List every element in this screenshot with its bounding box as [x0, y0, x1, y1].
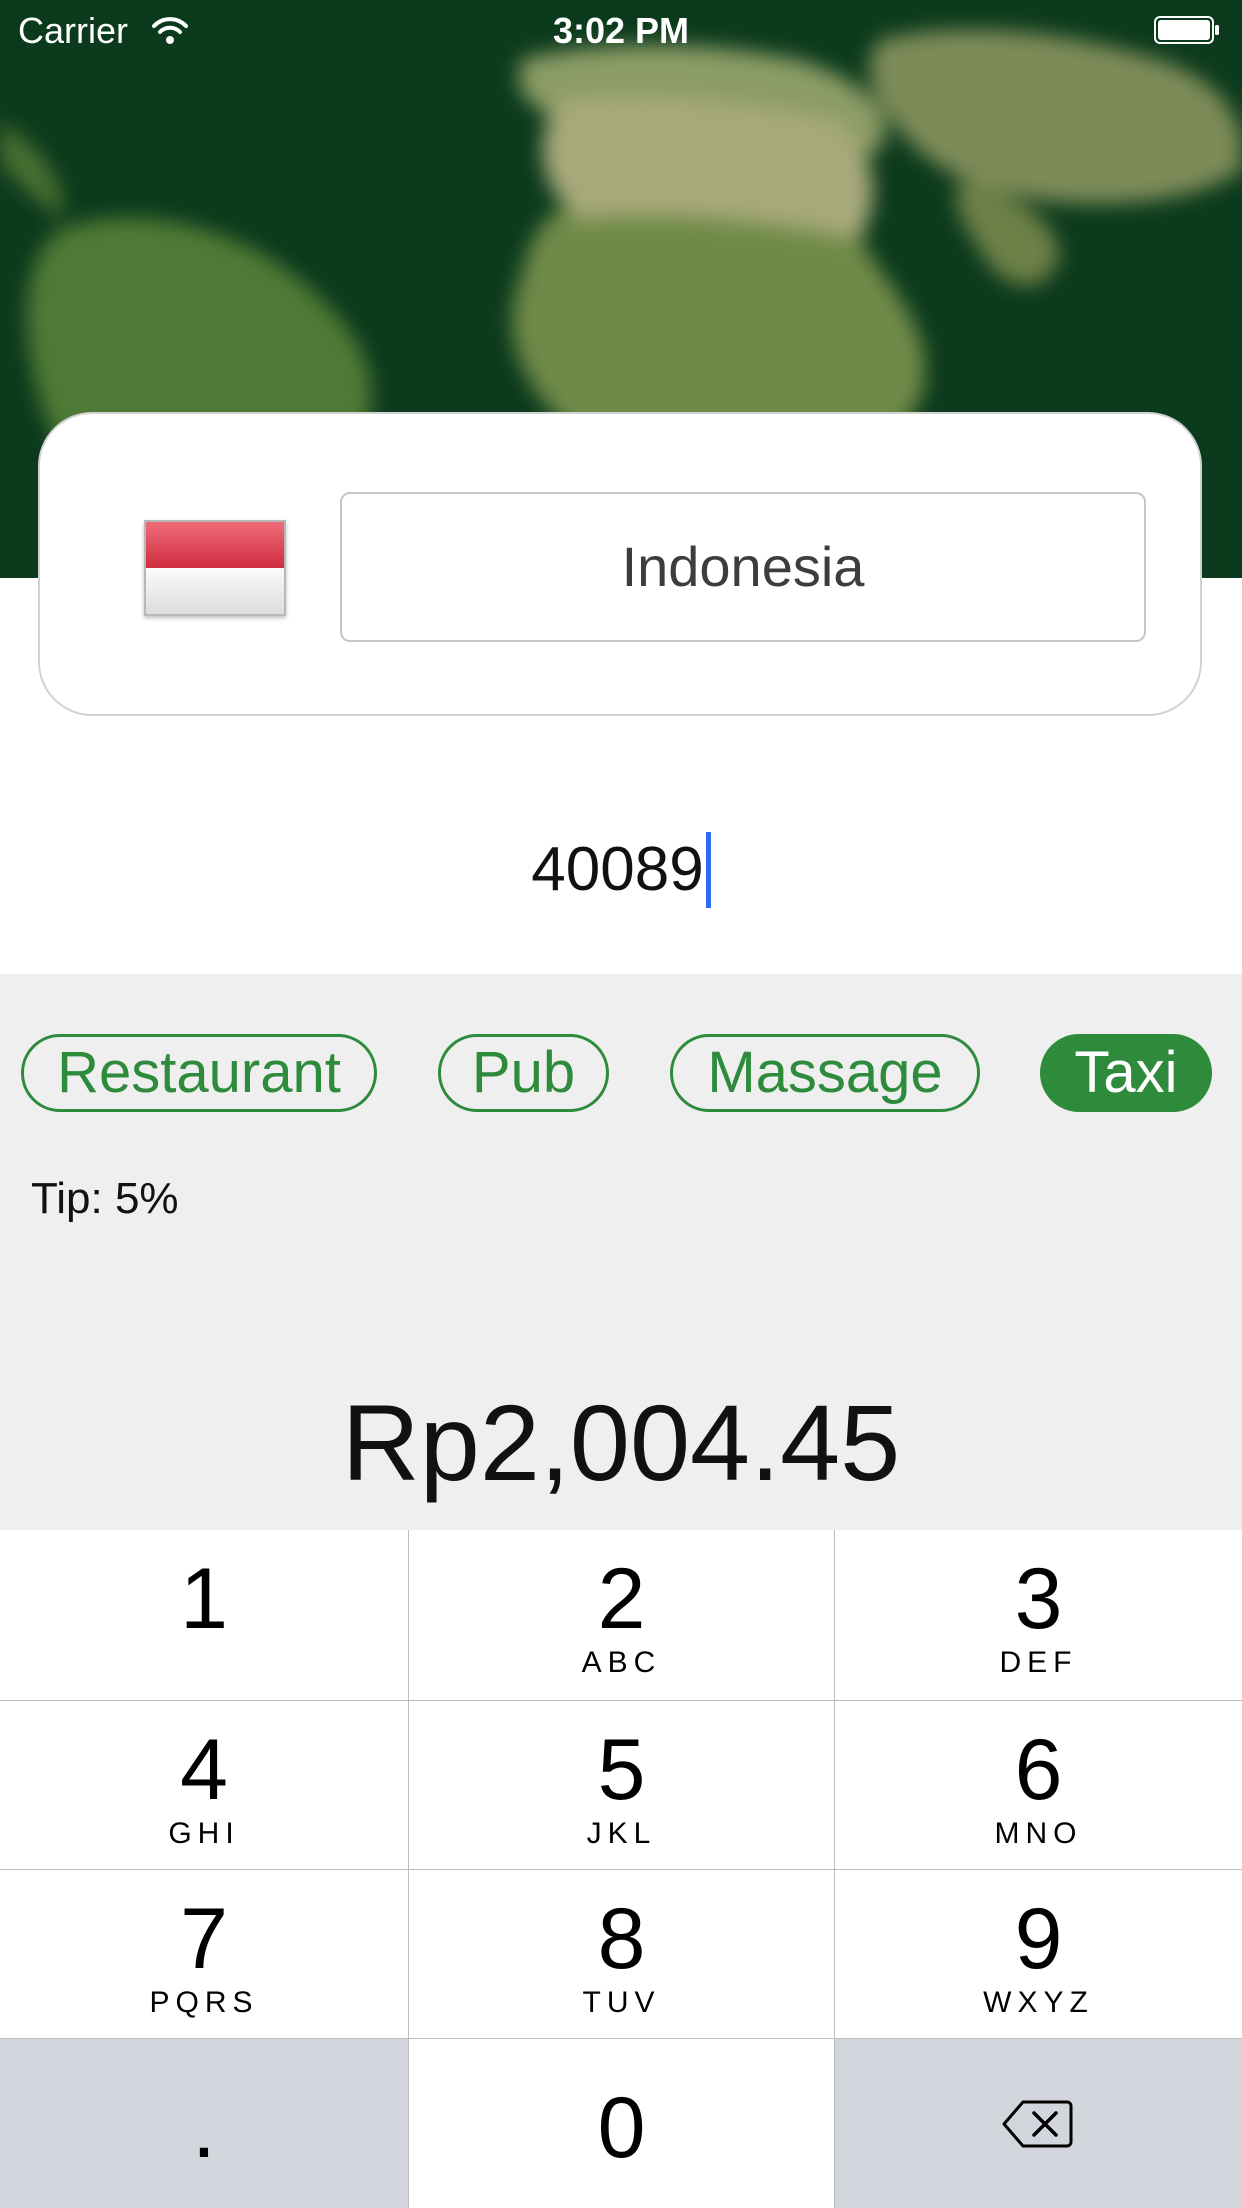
- key-9[interactable]: 9 WXYZ: [835, 1870, 1242, 2038]
- numeric-keypad: 1 2 ABC 3 DEF 4 GHI 5 JKL 6 MNO 7 PQRS 8…: [0, 1530, 1242, 2208]
- tip-panel: Restaurant Pub Massage Taxi Tip: 5% Rp2,…: [0, 974, 1242, 1530]
- amount-input[interactable]: 40089: [0, 820, 1242, 920]
- text-caret: [705, 831, 711, 908]
- key-digit: 5: [597, 1722, 646, 1818]
- key-decimal[interactable]: .: [0, 2039, 408, 2208]
- keypad-divider: [0, 1700, 1242, 1701]
- key-8[interactable]: 8 TUV: [409, 1870, 834, 2038]
- key-letters: GHI: [168, 1817, 240, 1850]
- key-2[interactable]: 2 ABC: [409, 1530, 834, 1700]
- country-card: Indonesia: [38, 412, 1202, 716]
- key-letters: WXYZ: [983, 1986, 1094, 2019]
- key-6[interactable]: 6 MNO: [835, 1701, 1242, 1869]
- key-digit: 2: [597, 1551, 646, 1647]
- key-digit: 3: [1014, 1551, 1063, 1647]
- flag-white-stripe: [146, 568, 284, 614]
- key-4[interactable]: 4 GHI: [0, 1701, 408, 1869]
- key-digit: 6: [1014, 1722, 1063, 1818]
- key-letters: DEF: [999, 1646, 1078, 1679]
- category-pub-button[interactable]: Pub: [438, 1034, 609, 1112]
- tip-label: Tip: 5%: [31, 1174, 179, 1223]
- key-digit: 8: [597, 1891, 646, 1987]
- key-digit: 9: [1014, 1891, 1063, 1987]
- key-5[interactable]: 5 JKL: [409, 1701, 834, 1869]
- amount-value: 40089: [531, 835, 704, 904]
- key-3[interactable]: 3 DEF: [835, 1530, 1242, 1700]
- category-taxi-button[interactable]: Taxi: [1040, 1034, 1212, 1112]
- status-bar: Carrier 3:02 PM: [0, 0, 1242, 60]
- key-letters: MNO: [994, 1817, 1083, 1850]
- keypad-divider: [0, 1869, 1242, 1870]
- flag-red-stripe: [146, 522, 284, 568]
- key-letters: TUV: [582, 1986, 661, 2019]
- key-0[interactable]: 0: [409, 2039, 834, 2208]
- keypad-divider: [834, 1530, 835, 2208]
- keypad-divider: [0, 2038, 1242, 2039]
- key-7[interactable]: 7 PQRS: [0, 1870, 408, 2038]
- key-letters: JKL: [586, 1817, 657, 1850]
- backspace-icon: [1002, 2100, 1073, 2148]
- battery-icon: [1154, 16, 1219, 44]
- delete-key[interactable]: [835, 2039, 1242, 2208]
- key-letters: PQRS: [149, 1986, 259, 2019]
- key-digit: 7: [180, 1891, 228, 1987]
- category-restaurant-button[interactable]: Restaurant: [21, 1034, 377, 1112]
- key-1[interactable]: 1: [0, 1530, 408, 1700]
- indonesia-flag-icon[interactable]: [144, 520, 286, 616]
- keypad-divider: [408, 1530, 409, 2208]
- clock-label: 3:02 PM: [552, 10, 690, 51]
- key-letters: ABC: [581, 1646, 662, 1679]
- key-digit: 4: [180, 1722, 228, 1818]
- key-digit: 0: [597, 2080, 646, 2176]
- country-field[interactable]: Indonesia: [340, 492, 1146, 642]
- total-amount: Rp2,004.45: [341, 1382, 901, 1503]
- category-massage-button[interactable]: Massage: [670, 1034, 980, 1112]
- key-decimal-label: .: [192, 2080, 216, 2176]
- key-digit: 1: [180, 1551, 228, 1647]
